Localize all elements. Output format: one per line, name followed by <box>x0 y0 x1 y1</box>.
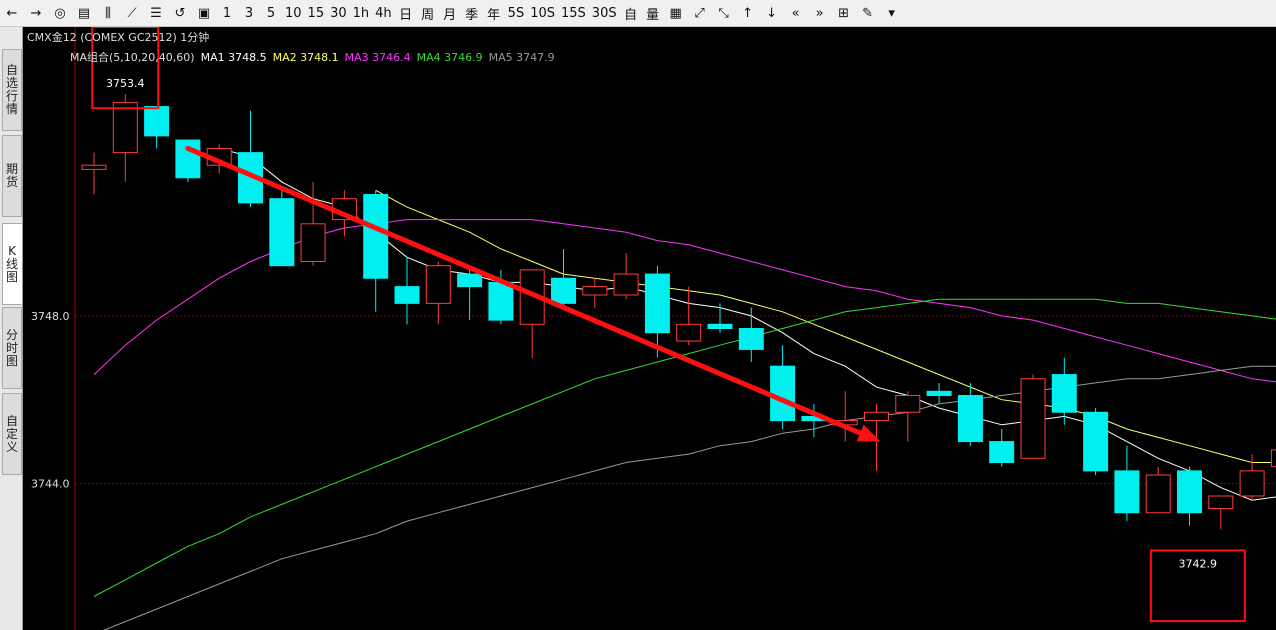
candle-body-down <box>707 323 733 329</box>
ma4-label: MA4 3746.9 <box>416 50 483 64</box>
period-button[interactable]: 量 <box>642 2 664 24</box>
dropdown-icon[interactable]: ▾ <box>880 2 904 24</box>
ma-legend: MA组合(5,10,20,40,60) MA1 3748.5 MA2 3748.… <box>70 49 561 65</box>
period-button[interactable]: 15S <box>558 2 589 24</box>
candle-body-up <box>676 323 702 342</box>
sidebar-tab[interactable]: 期货 <box>2 135 22 217</box>
candle-body-down <box>957 395 983 443</box>
period-button[interactable]: 年 <box>483 2 505 24</box>
candle-body-up <box>582 286 608 296</box>
period-button[interactable]: 15 <box>305 2 328 24</box>
save-icon[interactable]: ▣ <box>192 2 216 24</box>
back-arrow-icon[interactable]: ← <box>0 2 24 24</box>
candle-body-down <box>926 390 952 396</box>
high-price-label: 3753.4 <box>106 77 145 90</box>
candle-body-down <box>738 328 764 350</box>
period-button[interactable]: 10S <box>527 2 558 24</box>
period-button[interactable]: 5S <box>505 2 528 24</box>
sidebar-tab[interactable]: 自定义 <box>2 393 22 475</box>
candle-body-up <box>1270 449 1276 468</box>
chevron-double-left-icon[interactable]: « <box>784 2 808 24</box>
candle-body-up <box>864 411 889 422</box>
kline-chart[interactable]: 3748.0 3744.0 3753.4 3742.9 <box>23 27 1276 630</box>
period-button[interactable]: 1h <box>350 2 373 24</box>
period-button[interactable]: 30S <box>589 2 620 24</box>
chart-title: CMX金12 (COMEX GC2512) 1分钟 <box>27 31 210 44</box>
candle-body-up <box>1208 495 1234 510</box>
y-tick-label: 3748.0 <box>31 310 70 323</box>
candle-body-up <box>81 164 107 170</box>
candle-body-up <box>425 265 451 304</box>
candle-body-down <box>1177 470 1202 514</box>
sidebar: 自选行情期货 K线图分时图自定义 <box>0 27 23 630</box>
candle-body-down <box>175 139 201 179</box>
ma-legend-prefix: MA组合(5,10,20,40,60) <box>70 51 195 64</box>
candle-body-down <box>644 273 670 334</box>
candle-body-down <box>144 106 170 137</box>
period-button[interactable]: 10 <box>282 2 305 24</box>
circle-grid-icon[interactable]: ▦ <box>664 2 688 24</box>
candle-body-down <box>488 281 514 321</box>
toolbar: ← → ◎ ▤ ⫼ ⟋ ☰ ↺ ▣ 1 3 5 10 15 30 1h 4h 日周月季年 5S 10S 15S 30S 自量… <box>0 0 1276 27</box>
notes-icon[interactable]: ▤ <box>72 2 96 24</box>
period-button[interactable]: 月 <box>439 2 461 24</box>
candle-body-up <box>895 395 921 413</box>
ma3-label: MA3 3746.4 <box>344 50 411 64</box>
ma5-label: MA5 3747.9 <box>488 50 555 64</box>
candle-body-down <box>1051 374 1077 413</box>
candle-body-up <box>1239 470 1265 497</box>
chevron-double-right-icon[interactable]: » <box>808 2 832 24</box>
period-button[interactable]: 3 <box>238 2 260 24</box>
low-price-label: 3742.9 <box>1179 558 1218 571</box>
forward-arrow-icon[interactable]: → <box>24 2 48 24</box>
ma-line-2 <box>375 189 1276 463</box>
gauge-icon[interactable]: ◎ <box>48 2 72 24</box>
candle-body-down <box>457 273 483 288</box>
sidebar-tab[interactable]: 分时图 <box>2 307 22 389</box>
arrow-down-icon[interactable]: ↓ <box>760 2 784 24</box>
candle-body-down <box>269 198 295 267</box>
period-button[interactable]: 5 <box>260 2 282 24</box>
shrink-icon[interactable]: ⤡ <box>712 2 736 24</box>
candle-body-down <box>1083 411 1109 472</box>
candle-body-up <box>112 101 138 154</box>
ma-line-5 <box>103 365 1276 630</box>
ma1-label: MA1 3748.5 <box>200 50 267 64</box>
candle-body-down <box>394 286 420 304</box>
period-button[interactable]: 周 <box>417 2 439 24</box>
candle-body-up <box>1145 474 1171 514</box>
pen-icon[interactable]: ✎ <box>856 2 880 24</box>
candle-body-down <box>551 277 576 304</box>
trend-arrow-shaft <box>185 145 871 440</box>
candle-body-down <box>989 441 1015 463</box>
detail-icon[interactable]: ☰ <box>144 2 168 24</box>
sidebar-tab[interactable]: 自选行情 <box>2 49 22 131</box>
layout-grid-icon[interactable]: ⊞ <box>832 2 856 24</box>
period-button[interactable]: 4h <box>372 2 395 24</box>
chart-header: CMX金12 (COMEX GC2512) 1分钟 <box>23 28 209 46</box>
arrow-up-icon[interactable]: ↑ <box>736 2 760 24</box>
candle-body-up <box>300 223 326 262</box>
period-button[interactable]: 季 <box>461 2 483 24</box>
candle-body-down <box>1114 470 1140 514</box>
period-button[interactable]: 1 <box>216 2 238 24</box>
refresh-icon[interactable]: ↺ <box>168 2 192 24</box>
candle-body-up <box>1020 378 1046 459</box>
line-chart-icon[interactable]: ⟋ <box>120 2 144 24</box>
candle-body-up <box>613 273 639 296</box>
candle-body-down <box>770 365 796 422</box>
expand-icon[interactable]: ⤢ <box>688 2 712 24</box>
period-button[interactable]: 30 <box>327 2 350 24</box>
period-button[interactable]: 自 <box>620 2 642 24</box>
candle-body-down <box>363 194 389 279</box>
ma2-label: MA2 3748.1 <box>272 50 339 64</box>
candlestick-icon[interactable]: ⫼ <box>96 2 120 24</box>
sidebar-tab[interactable]: K线图 <box>2 223 22 305</box>
y-tick-label: 3744.0 <box>31 477 70 490</box>
period-button[interactable]: 日 <box>395 2 417 24</box>
